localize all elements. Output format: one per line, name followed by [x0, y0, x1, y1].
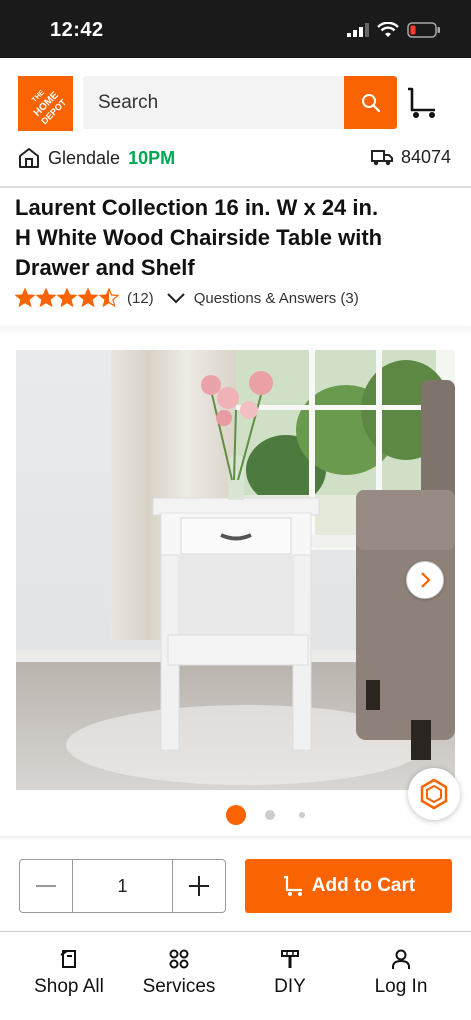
section-divider: [0, 326, 471, 338]
nav-label: DIY: [274, 976, 306, 997]
home-depot-logo[interactable]: THE HOME DEPOT: [18, 76, 73, 131]
add-to-cart-label: Add to Cart: [311, 875, 416, 896]
product-image[interactable]: [16, 350, 455, 790]
carousel-indicator: [0, 805, 471, 825]
star-icon: [36, 288, 56, 308]
status-bar: 12:42: [0, 0, 471, 58]
store-hours: 10PM: [128, 147, 176, 168]
nav-diy[interactable]: DIY: [235, 948, 345, 998]
battery-icon: [407, 22, 440, 38]
search-button[interactable]: [344, 76, 397, 129]
user-icon: [392, 949, 410, 969]
nav-shop-all[interactable]: Shop All: [14, 948, 124, 998]
review-count[interactable]: (12): [127, 290, 154, 307]
cart-button[interactable]: [405, 86, 439, 125]
search-input[interactable]: [83, 76, 345, 129]
nav-services[interactable]: Services: [124, 948, 234, 998]
plus-icon: [189, 876, 210, 896]
quantity-input[interactable]: 1: [71, 860, 174, 912]
product-photo: [16, 350, 455, 790]
rating-row: (12) Questions & Answers (3): [15, 288, 359, 308]
bottom-nav: Shop All Services DIY Log In: [0, 932, 471, 1020]
cart-icon: [408, 87, 435, 118]
store-name: Glendale: [48, 147, 121, 168]
purchase-divider: [0, 836, 471, 840]
carousel-dot[interactable]: [299, 812, 305, 818]
add-to-cart-button[interactable]: Add to Cart: [245, 859, 452, 913]
star-icon: [15, 288, 35, 308]
search-box: [83, 76, 345, 129]
carousel-dot[interactable]: [265, 810, 275, 820]
status-icons: [347, 22, 441, 38]
status-time: 12:42: [50, 19, 104, 41]
store-icon: [19, 148, 39, 168]
delivery-zip[interactable]: 84074: [370, 147, 451, 168]
logo-text: THE HOME DEPOT: [14, 72, 78, 136]
services-icon: [169, 949, 189, 969]
nav-label: Log In: [374, 976, 428, 997]
wifi-icon: [377, 22, 399, 37]
header: THE HOME DEPOT: [0, 58, 471, 134]
search-icon: [361, 93, 380, 112]
star-icon: [57, 288, 77, 308]
nav-label: Services: [142, 976, 216, 997]
logo-mark: THE HOME DEPOT: [31, 88, 68, 125]
carousel-dot[interactable]: [226, 805, 246, 825]
shop-all-icon: [60, 950, 76, 968]
nav-label: Shop All: [34, 976, 104, 997]
star-rating[interactable]: [15, 288, 119, 308]
star-icon: [99, 288, 119, 308]
minus-icon: [35, 885, 56, 887]
questions-answers-link[interactable]: Questions & Answers (3): [194, 290, 359, 307]
diy-icon: [281, 950, 299, 968]
decrease-quantity-button[interactable]: [20, 860, 72, 912]
zip-code: 84074: [400, 147, 451, 167]
increase-quantity-button[interactable]: [173, 860, 225, 912]
star-icon: [78, 288, 98, 308]
cellular-signal-icon: [347, 23, 369, 37]
quantity-stepper: 1: [19, 859, 226, 913]
store-selector[interactable]: Glendale 10PM: [18, 147, 175, 169]
header-divider: [0, 186, 471, 188]
chevron-down-icon[interactable]: [166, 292, 186, 304]
cart-icon: [283, 875, 302, 896]
chevron-right-icon: [421, 572, 431, 588]
delivery-truck-icon: [370, 149, 393, 165]
store-row: Glendale 10PM 84074: [0, 140, 471, 182]
nav-log-in[interactable]: Log In: [346, 948, 456, 998]
product-title: Laurent Collection 16 in. W x 24 in. H W…: [15, 195, 383, 280]
carousel-next-button[interactable]: [406, 561, 444, 599]
